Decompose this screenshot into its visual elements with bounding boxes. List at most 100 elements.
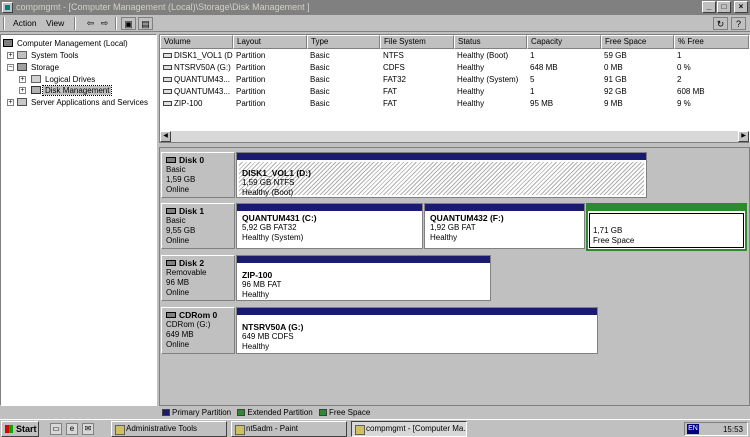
tree-item-logical-drives[interactable]: Logical Drives bbox=[31, 74, 97, 85]
forward-arrow-icon[interactable]: ⇨ bbox=[97, 17, 112, 30]
table-cell-text: 648 MB bbox=[530, 63, 558, 72]
toolbar-grip bbox=[3, 17, 5, 30]
table-cell[interactable]: 0 MB bbox=[601, 62, 674, 73]
table-cell[interactable]: Partition bbox=[233, 98, 307, 109]
table-cell[interactable]: 1 bbox=[527, 86, 601, 97]
partition-free-space[interactable]: 1,71 GB Free Space bbox=[586, 203, 747, 251]
table-cell-text: Partition bbox=[236, 51, 266, 60]
expand-icon[interactable]: + bbox=[19, 87, 26, 94]
menu-action[interactable]: Action bbox=[13, 18, 37, 28]
expand-icon[interactable]: + bbox=[7, 52, 14, 59]
table-cell[interactable]: Healthy bbox=[454, 98, 527, 109]
table-cell[interactable]: Healthy bbox=[454, 62, 527, 73]
scroll-left-icon[interactable]: ◀ bbox=[160, 131, 171, 142]
expand-icon[interactable]: + bbox=[7, 99, 14, 106]
title-bar[interactable]: compmgmt - [Computer Management (Local)\… bbox=[0, 0, 750, 15]
table-cell[interactable]: Basic bbox=[307, 74, 380, 85]
column-header-type[interactable]: Type bbox=[307, 35, 380, 49]
tree-item-storage[interactable]: Storage bbox=[17, 62, 61, 73]
table-cell-text: NTSRV50A (G:) bbox=[174, 63, 231, 72]
table-cell[interactable]: Basic bbox=[307, 98, 380, 109]
table-cell[interactable]: FAT bbox=[380, 98, 454, 109]
internet-explorer-icon[interactable]: e bbox=[66, 423, 78, 435]
table-cell[interactable]: 5 bbox=[527, 74, 601, 85]
tree-item-system-tools[interactable]: System Tools bbox=[17, 50, 80, 61]
table-cell[interactable]: 95 MB bbox=[527, 98, 601, 109]
table-cell[interactable]: Partition bbox=[233, 74, 307, 85]
column-header-layout[interactable]: Layout bbox=[233, 35, 307, 49]
column-header-capacity[interactable]: Capacity bbox=[527, 35, 601, 49]
expand-icon[interactable]: + bbox=[19, 76, 26, 83]
table-cell[interactable]: Partition bbox=[233, 62, 307, 73]
volume-list[interactable]: Volume Layout Type File System Status Ca… bbox=[159, 34, 750, 143]
table-cell[interactable]: QUANTUM43... bbox=[160, 86, 233, 97]
table-cell[interactable]: 0 % bbox=[674, 62, 749, 73]
scroll-right-icon[interactable]: ▶ bbox=[738, 131, 749, 142]
table-cell[interactable]: NTSRV50A (G:) bbox=[160, 62, 233, 73]
partition-zip-100[interactable]: ZIP-100 96 MB FAT Healthy bbox=[236, 255, 491, 301]
collapse-icon[interactable]: − bbox=[7, 64, 14, 71]
table-cell[interactable]: 648 MB bbox=[527, 62, 601, 73]
back-arrow-icon[interactable]: ⇦ bbox=[83, 17, 98, 30]
column-header-file-system[interactable]: File System bbox=[380, 35, 454, 49]
table-cell[interactable]: NTFS bbox=[380, 50, 454, 61]
table-cell[interactable]: 1 bbox=[674, 50, 749, 61]
table-cell[interactable]: DISK1_VOL1 (D:) bbox=[160, 50, 233, 61]
taskbar-item-compmgmt[interactable]: compmgmt - [Computer Ma... bbox=[351, 421, 467, 437]
horizontal-scrollbar[interactable]: ◀ ▶ bbox=[160, 131, 749, 142]
partition-ntsrv50a[interactable]: NTSRV50A (G:) 649 MB CDFS Healthy bbox=[236, 307, 598, 354]
table-cell-text: 9 MB bbox=[604, 99, 623, 108]
table-cell[interactable]: ZIP-100 bbox=[160, 98, 233, 109]
cdrom-0-label[interactable]: CDRom 0 CDRom (G:) 649 MB Online bbox=[161, 307, 235, 354]
start-button[interactable]: Start bbox=[1, 421, 39, 437]
table-cell[interactable]: Healthy bbox=[454, 86, 527, 97]
tree-item-server-applications[interactable]: Server Applications and Services bbox=[17, 97, 150, 108]
up-folder-icon[interactable]: ▣ bbox=[121, 17, 136, 30]
tree-item-disk-management[interactable]: Disk Management bbox=[31, 85, 113, 96]
show-tree-icon[interactable]: ▤ bbox=[138, 17, 153, 30]
table-cell[interactable]: FAT32 bbox=[380, 74, 454, 85]
disk-0-label[interactable]: Disk 0 Basic 1,59 GB Online bbox=[161, 152, 235, 198]
partition-quantum432[interactable]: QUANTUM432 (F:) 1,92 GB FAT Healthy bbox=[424, 203, 585, 249]
partition-quantum431[interactable]: QUANTUM431 (C:) 5,92 GB FAT32 Healthy (S… bbox=[236, 203, 423, 249]
column-header-percent-free[interactable]: % Free bbox=[674, 35, 749, 49]
column-header-volume[interactable]: Volume bbox=[160, 35, 233, 49]
refresh-icon[interactable]: ↻ bbox=[713, 17, 728, 30]
close-button[interactable]: × bbox=[734, 1, 748, 13]
table-cell[interactable]: 91 GB bbox=[601, 74, 674, 85]
language-indicator[interactable]: EN bbox=[687, 424, 699, 434]
table-cell[interactable]: 59 GB bbox=[601, 50, 674, 61]
disk-1-label[interactable]: Disk 1 Basic 9,55 GB Online bbox=[161, 203, 235, 249]
table-cell[interactable]: Basic bbox=[307, 62, 380, 73]
table-cell[interactable]: Partition bbox=[233, 50, 307, 61]
table-cell[interactable]: 9 MB bbox=[601, 98, 674, 109]
table-cell[interactable]: 92 GB bbox=[601, 86, 674, 97]
minimize-button[interactable]: _ bbox=[702, 1, 716, 13]
table-cell[interactable]: Partition bbox=[233, 86, 307, 97]
table-cell[interactable]: Basic bbox=[307, 86, 380, 97]
table-cell[interactable]: Basic bbox=[307, 50, 380, 61]
taskbar-item-administrative-tools[interactable]: Administrative Tools bbox=[111, 421, 227, 437]
show-desktop-icon[interactable]: ▭ bbox=[50, 423, 62, 435]
taskbar-item-paint[interactable]: nt5adm - Paint bbox=[231, 421, 347, 437]
table-cell[interactable]: 9 % bbox=[674, 98, 749, 109]
table-cell[interactable]: 1 bbox=[527, 50, 601, 61]
menu-view[interactable]: View bbox=[46, 18, 64, 28]
outlook-icon[interactable]: ✉ bbox=[82, 423, 94, 435]
table-cell[interactable]: Healthy (Boot) bbox=[454, 50, 527, 61]
table-cell[interactable]: Healthy (System) bbox=[454, 74, 527, 85]
column-header-status[interactable]: Status bbox=[454, 35, 527, 49]
tree-item-computer-management[interactable]: Computer Management (Local) bbox=[3, 38, 130, 49]
maximize-button[interactable]: □ bbox=[717, 1, 731, 13]
disk-2-label[interactable]: Disk 2 Removable 96 MB Online bbox=[161, 255, 235, 301]
table-cell[interactable]: CDFS bbox=[380, 62, 454, 73]
table-cell[interactable]: FAT bbox=[380, 86, 454, 97]
table-cell[interactable]: 608 MB bbox=[674, 86, 749, 97]
partition-disk1-vol1[interactable]: DISK1_VOL1 (D:) 1,59 GB NTFS Healthy (Bo… bbox=[236, 152, 647, 198]
column-header-free-space[interactable]: Free Space bbox=[601, 35, 674, 49]
help-icon[interactable]: ? bbox=[731, 17, 746, 30]
table-cell[interactable]: 2 bbox=[674, 74, 749, 85]
free-space-bar bbox=[588, 205, 745, 211]
console-tree[interactable]: Computer Management (Local) + System Too… bbox=[0, 34, 157, 406]
table-cell[interactable]: QUANTUM43... bbox=[160, 74, 233, 85]
